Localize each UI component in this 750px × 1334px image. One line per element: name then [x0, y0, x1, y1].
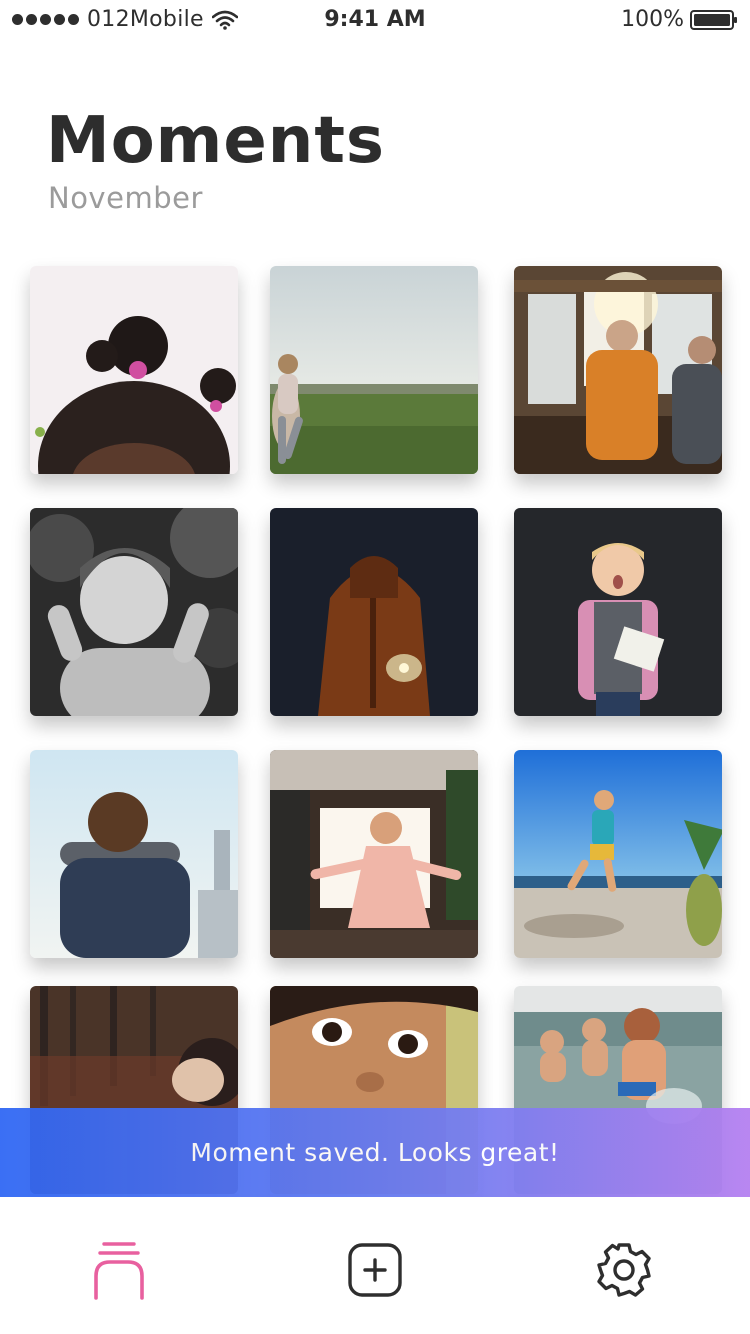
photo-tile[interactable] — [30, 750, 238, 958]
photo-child-with-sparkler — [270, 508, 478, 716]
photo-surprised-boy-with-book — [514, 508, 722, 716]
gear-icon — [597, 1243, 651, 1297]
toast-notification: Moment saved. Looks great! — [0, 1108, 750, 1197]
tab-bar — [0, 1197, 750, 1334]
photo-boy-black-white — [30, 508, 238, 716]
photo-tile[interactable] — [30, 508, 238, 716]
photo-tile[interactable] — [270, 750, 478, 958]
photo-tile[interactable] — [514, 508, 722, 716]
photo-tile[interactable] — [30, 266, 238, 474]
toast-message: Moment saved. Looks great! — [190, 1138, 560, 1167]
photo-tile[interactable] — [270, 266, 478, 474]
photo-child-hair-buns — [30, 266, 238, 474]
photo-child-at-binoculars — [30, 750, 238, 958]
photo-tile[interactable] — [514, 266, 722, 474]
photo-tile[interactable] — [514, 750, 722, 958]
tab-moments[interactable] — [84, 1235, 154, 1305]
moments-stack-icon — [94, 1242, 144, 1300]
photo-girl-dancing — [270, 750, 478, 958]
photo-men-at-window — [514, 266, 722, 474]
tab-add-moment[interactable] — [340, 1235, 410, 1305]
photo-tile[interactable] — [270, 508, 478, 716]
photo-girl-running-field — [270, 266, 478, 474]
add-square-icon — [348, 1243, 402, 1297]
tab-settings[interactable] — [589, 1235, 659, 1305]
photo-boy-on-beach — [514, 750, 722, 958]
